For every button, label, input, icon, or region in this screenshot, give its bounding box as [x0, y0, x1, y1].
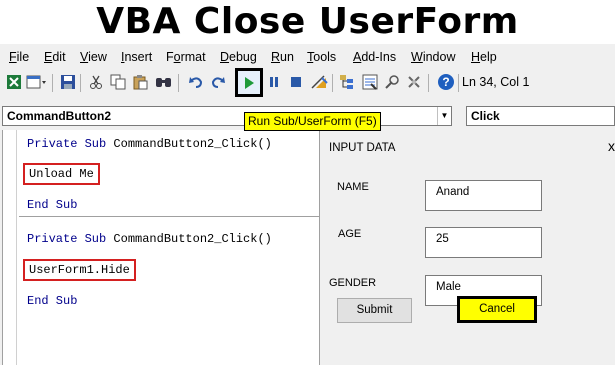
- excel-icon[interactable]: [4, 72, 24, 92]
- break-icon[interactable]: [264, 72, 284, 92]
- menu-help[interactable]: Help: [471, 50, 497, 64]
- menu-bar: File Edit View Insert Format Debug Run T…: [0, 48, 615, 68]
- toolbar-separator: [52, 74, 53, 92]
- object-dropdown[interactable]: CommandButton2 ▼: [2, 106, 452, 126]
- gender-label: GENDER: [329, 277, 377, 289]
- code-line-end-sub: End Sub: [27, 198, 78, 212]
- menu-edit[interactable]: Edit: [44, 50, 66, 64]
- banner-title: VBA Close UserForm: [0, 0, 615, 44]
- run-tooltip: Run Sub/UserForm (F5): [244, 112, 381, 131]
- submit-button[interactable]: Submit: [337, 298, 412, 323]
- menu-add-ins[interactable]: Add-Ins: [353, 50, 396, 64]
- procedure-separator: [19, 216, 321, 217]
- menu-insert[interactable]: Insert: [121, 50, 152, 64]
- menu-tools[interactable]: Tools: [307, 50, 336, 64]
- code-line-sub-declaration: Private Sub CommandButton2_Click(): [27, 137, 272, 151]
- design-mode-icon[interactable]: [310, 72, 330, 92]
- cancel-button[interactable]: Cancel: [457, 296, 537, 323]
- find-icon[interactable]: [154, 72, 174, 92]
- project-explorer-icon[interactable]: [338, 72, 358, 92]
- menu-view[interactable]: View: [80, 50, 107, 64]
- standard-toolbar: ? Ln 34, Col 1: [0, 68, 615, 100]
- age-field[interactable]: 25: [425, 227, 542, 258]
- cursor-position-status: Ln 34, Col 1: [462, 75, 530, 89]
- menu-run[interactable]: Run: [271, 50, 294, 64]
- properties-icon[interactable]: [360, 72, 380, 92]
- code-line-end-sub: End Sub: [27, 294, 78, 308]
- code-editor[interactable]: Private Sub CommandButton2_Click() Unloa…: [2, 130, 321, 365]
- toolbar-separator: [80, 74, 81, 92]
- help-icon[interactable]: ?: [436, 72, 456, 92]
- cut-icon[interactable]: [86, 72, 106, 92]
- code-line-sub-declaration: Private Sub CommandButton2_Click(): [27, 232, 272, 246]
- menu-file[interactable]: File: [9, 50, 29, 64]
- highlighted-code-unload-me: Unload Me: [23, 163, 100, 185]
- copy-icon[interactable]: [108, 72, 128, 92]
- procedure-dropdown[interactable]: Click: [466, 106, 615, 126]
- userform-window: INPUT DATA x NAME Anand AGE 25 GENDER Ma…: [319, 130, 615, 365]
- run-icon[interactable]: [235, 68, 263, 97]
- toolbar-separator: [178, 74, 179, 92]
- menu-debug[interactable]: Debug: [220, 50, 257, 64]
- procedure-dropdown-value: Click: [471, 109, 500, 123]
- reset-icon[interactable]: [286, 72, 306, 92]
- toolbar-separator: [458, 74, 459, 92]
- paste-icon[interactable]: [130, 72, 150, 92]
- toolbar-separator: [428, 74, 429, 92]
- save-icon[interactable]: [58, 72, 78, 92]
- insert-userform-icon[interactable]: [26, 72, 46, 92]
- menu-window[interactable]: Window: [411, 50, 455, 64]
- toolbar-separator: [332, 74, 333, 92]
- menu-format[interactable]: Format: [166, 50, 206, 64]
- age-label: AGE: [338, 228, 362, 240]
- highlighted-code-userform-hide: UserForm1.Hide: [23, 259, 136, 281]
- userform-title: INPUT DATA: [329, 142, 396, 154]
- close-icon[interactable]: x: [608, 138, 615, 154]
- undo-icon[interactable]: [186, 72, 206, 92]
- vba-editor-window: File Edit View Insert Format Debug Run T…: [0, 44, 615, 365]
- code-gutter: [3, 130, 17, 365]
- redo-icon[interactable]: [208, 72, 228, 92]
- object-dropdown-value: CommandButton2: [7, 109, 111, 123]
- chevron-down-icon[interactable]: ▼: [437, 107, 451, 125]
- toolbox-icon[interactable]: [404, 72, 424, 92]
- name-label: NAME: [337, 181, 369, 193]
- object-browser-icon[interactable]: [382, 72, 402, 92]
- name-field[interactable]: Anand: [425, 180, 542, 211]
